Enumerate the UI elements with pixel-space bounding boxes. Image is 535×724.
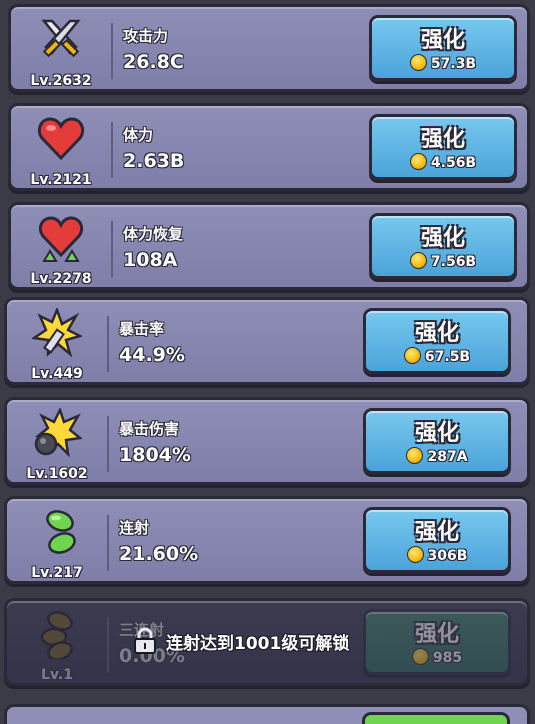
upgrade-value: 26.8C [123, 51, 184, 73]
upgrade-name: 暴击率 [119, 320, 165, 338]
unlock-requirement-text: 连射达到1001级可解锁 [166, 633, 350, 654]
upgrade-cost: 287A [366, 447, 508, 465]
upgrade-button-label: 强化 [414, 622, 459, 647]
upgrade-level: Lv.217 [31, 565, 83, 581]
upgrade-button[interactable]: 强化 4.56B [369, 114, 517, 180]
upgrade-button-label: 强化 [420, 226, 465, 251]
upgrade-value: 44.9% [119, 344, 185, 366]
upgrade-icon-box: Lv.1 [17, 607, 97, 683]
upgrade-name: 体力 [123, 126, 154, 144]
upgrade-button-label: 强化 [420, 28, 465, 53]
upgrade-value: 1804% [119, 444, 191, 466]
upgrade-level: Lv.2278 [30, 271, 92, 287]
upgrade-row-multishot: Lv.217 连射 21.60% 强化 306B [4, 496, 530, 584]
upgrade-name: 连射 [119, 519, 150, 537]
upgrade-screen: Lv.2632 攻击力 26.8C 强化 57.3B Lv.2121 体力 2.… [0, 0, 535, 724]
divider [111, 23, 113, 79]
upgrade-level: Lv.1602 [26, 466, 88, 482]
upgrade-cost: 57.3B [372, 54, 514, 72]
heart-icon [37, 117, 85, 161]
unlock-requirement: 连射达到1001级可解锁 [132, 626, 349, 656]
upgrade-icon-box: Lv.2121 [21, 112, 101, 188]
upgrade-cost: 67.5B [366, 347, 508, 365]
next-row-partial [0, 700, 535, 724]
triple-shot-icon [40, 611, 73, 659]
upgrade-level: Lv.2632 [30, 73, 92, 89]
upgrade-icon-box: Lv.2632 [21, 13, 101, 89]
upgrade-row-hp: Lv.2121 体力 2.63B 强化 4.56B [8, 103, 530, 191]
upgrade-icon-box: Lv.217 [17, 505, 97, 581]
upgrade-button-label: 强化 [420, 127, 465, 152]
upgrade-cost: 306B [366, 546, 508, 564]
heart-recovery-icon [38, 216, 84, 262]
upgrade-button[interactable]: 强化 306B [363, 507, 511, 573]
upgrade-value: 2.63B [123, 150, 185, 172]
upgrade-button-locked: 强化 985 [363, 609, 511, 675]
divider [111, 122, 113, 178]
coin-icon [411, 648, 429, 665]
upgrade-cost: 985 [366, 648, 508, 666]
upgrade-button-label: 强化 [414, 421, 459, 446]
upgrade-name: 体力恢复 [123, 225, 184, 243]
upgrade-icon-box: Lv.2278 [21, 211, 101, 287]
divider [107, 316, 109, 372]
divider [107, 617, 109, 673]
upgrade-row-crit-rate: Lv.449 暴击率 44.9% 强化 67.5B [4, 297, 530, 385]
upgrade-button[interactable]: 强化 7.56B [369, 213, 517, 279]
upgrade-value: 108A [123, 249, 178, 271]
coin-icon [406, 447, 424, 464]
upgrade-row-attack: Lv.2632 攻击力 26.8C 强化 57.3B [8, 4, 530, 92]
upgrade-level: Lv.449 [31, 366, 83, 382]
upgrade-value: 21.60% [119, 543, 199, 565]
coin-icon [409, 252, 427, 269]
divider [111, 221, 113, 277]
lock-icon [134, 627, 156, 654]
divider [107, 515, 109, 571]
upgrade-name: 暴击伤害 [119, 420, 180, 438]
upgrade-level: Lv.2121 [30, 172, 92, 188]
upgrade-row-hp-recovery: Lv.2278 体力恢复 108A 强化 7.56B [8, 202, 530, 290]
upgrade-icon-box: Lv.1602 [17, 406, 97, 482]
upgrade-name: 攻击力 [123, 27, 169, 45]
upgrade-row-crit-damage: Lv.1602 暴击伤害 1804% 强化 287A [4, 397, 530, 485]
coin-icon [409, 153, 427, 170]
critical-rate-icon [32, 308, 82, 358]
upgrade-cost: 7.56B [372, 252, 514, 270]
upgrade-button[interactable]: 强化 57.3B [369, 15, 517, 81]
coin-icon [409, 54, 427, 71]
coin-icon [403, 347, 421, 364]
upgrade-button-label: 强化 [414, 520, 459, 545]
upgrade-cost: 4.56B [372, 153, 514, 171]
multishot-icon [46, 510, 76, 554]
critical-damage-icon [34, 408, 82, 458]
upgrade-button[interactable]: 强化 287A [363, 408, 511, 474]
upgrade-button[interactable]: 强化 67.5B [363, 308, 511, 374]
upgrade-level: Lv.1 [41, 667, 73, 683]
sword-icon [41, 19, 81, 58]
divider [107, 416, 109, 472]
upgrade-button-label: 强化 [414, 321, 459, 346]
coin-icon [406, 546, 424, 563]
upgrade-icon-box: Lv.449 [17, 306, 97, 382]
